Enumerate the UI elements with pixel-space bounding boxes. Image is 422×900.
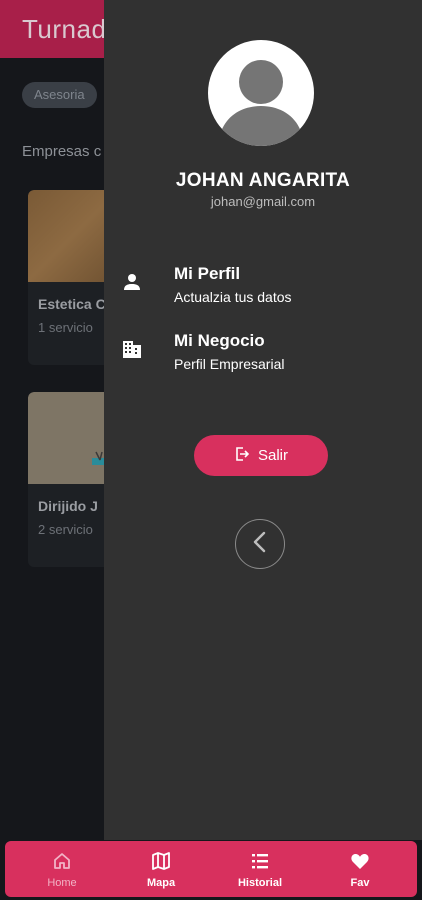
user-name: JOHAN ANGARITA bbox=[175, 170, 351, 191]
app-title: Turnad bbox=[22, 14, 107, 44]
list-icon bbox=[250, 851, 270, 871]
person-icon bbox=[120, 270, 144, 294]
user-avatar-icon bbox=[218, 60, 304, 146]
section-title: Empresas c bbox=[22, 143, 102, 160]
menu-item-profile[interactable]: Mi Perfil Actualzia tus datos bbox=[104, 264, 422, 314]
nav-label: Fav bbox=[350, 877, 370, 889]
app-header: Turnad bbox=[0, 0, 110, 58]
menu-item-subtitle: Actualzia tus datos bbox=[174, 289, 292, 305]
chevron-left-icon bbox=[250, 531, 270, 558]
nav-label: Mapa bbox=[146, 877, 176, 889]
heart-icon bbox=[350, 851, 370, 871]
menu-item-subtitle: Perfil Empresarial bbox=[174, 356, 285, 372]
logout-button[interactable]: Salir bbox=[194, 435, 328, 476]
map-icon bbox=[151, 851, 171, 871]
avatar bbox=[208, 40, 314, 146]
nav-label: Home bbox=[47, 877, 77, 889]
logout-icon bbox=[234, 446, 250, 466]
menu-item-business[interactable]: Mi Negocio Perfil Empresarial bbox=[104, 331, 422, 381]
menu-item-title: Mi Negocio bbox=[174, 331, 265, 350]
nav-label: Historial bbox=[237, 877, 282, 889]
nav-item-favorites[interactable]: Fav bbox=[320, 841, 400, 897]
business-name: Estetica C bbox=[38, 296, 106, 312]
business-services: 2 servicio bbox=[38, 522, 93, 537]
close-drawer-button[interactable] bbox=[235, 519, 285, 569]
nav-item-map[interactable]: Mapa bbox=[121, 841, 201, 897]
logout-label: Salir bbox=[257, 447, 288, 464]
nav-item-home[interactable]: Home bbox=[22, 841, 102, 897]
menu-item-title: Mi Perfil bbox=[174, 264, 241, 283]
category-chip[interactable]: Asesoria bbox=[22, 82, 97, 108]
business-services: 1 servicio bbox=[38, 320, 93, 335]
business-name: Dirijido J bbox=[38, 498, 98, 514]
user-email: johan@gmail.com bbox=[210, 194, 316, 209]
home-icon bbox=[52, 851, 72, 871]
building-icon bbox=[120, 337, 144, 361]
nav-item-history[interactable]: Historial bbox=[220, 841, 300, 897]
side-drawer: JOHAN ANGARITA johan@gmail.com Mi Perfil… bbox=[104, 0, 422, 840]
bottom-navigation: Home Mapa Historial Fav bbox=[5, 841, 417, 897]
